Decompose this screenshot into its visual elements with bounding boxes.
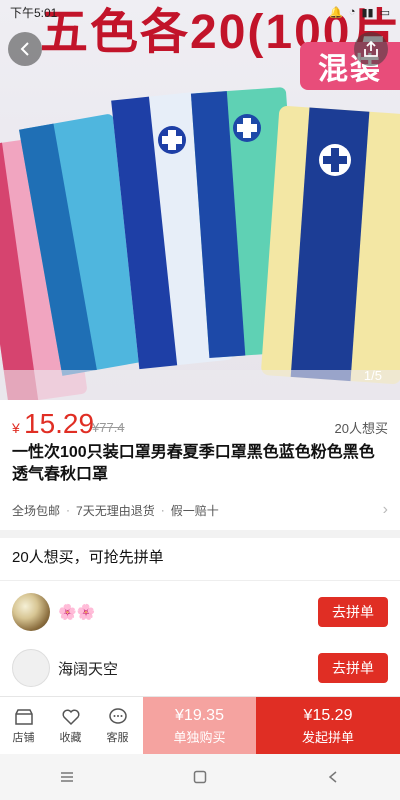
group-buy-section: 20人想买，可抢先拼单 🌸🌸 去拼单 海阔天空 去拼单	[0, 538, 400, 696]
favorite-button[interactable]: 收藏	[47, 697, 94, 755]
separator-dot: ·	[160, 503, 165, 517]
heart-icon	[62, 709, 79, 725]
group-price: ¥15.29	[303, 706, 353, 724]
share-button[interactable]	[354, 32, 388, 66]
share-icon	[364, 40, 378, 57]
back-triangle-icon	[329, 771, 337, 783]
group-label: 发起拼单	[301, 729, 354, 745]
service-free-shipping: 全场包邮	[12, 503, 61, 518]
service-label: 客服	[106, 731, 129, 744]
group-buy-heading: 20人想买，可抢先拼单	[12, 549, 164, 566]
solo-label: 单独购买	[173, 729, 226, 745]
system-navigation-bar	[0, 754, 400, 800]
currency-symbol: ¥	[12, 420, 20, 436]
join-group-button[interactable]: 去拼单	[318, 653, 388, 683]
bell-icon: 🔔	[329, 6, 343, 19]
chevron-left-icon	[20, 42, 29, 56]
divider	[0, 580, 400, 581]
group-user-name: 海阔天空	[58, 660, 119, 678]
wants-count: 20人想买	[334, 421, 388, 436]
image-counter: 1/5	[363, 368, 382, 383]
join-group-button[interactable]: 去拼单	[318, 597, 388, 627]
buy-solo-button[interactable]: ¥19.35 单独购买	[143, 697, 256, 755]
status-time: 下午5:01	[10, 5, 58, 20]
status-icons: 🔔 ◔ ▮▮ ▭	[329, 6, 390, 19]
group-user-name: 🌸🌸	[58, 604, 96, 621]
avatar	[12, 649, 50, 687]
bottom-action-bar: 店铺 收藏 客服 ¥19.35 单独购买 ¥15.29 发起拼单	[0, 696, 400, 755]
chat-icon	[108, 707, 127, 724]
customer-service-button[interactable]: 客服	[94, 697, 141, 755]
chevron-right-icon: ›	[382, 501, 388, 518]
store-label: 店铺	[12, 731, 35, 744]
back-button[interactable]	[8, 32, 42, 66]
mask-pack-yellow	[261, 105, 400, 385]
home-nav-button[interactable]	[180, 770, 220, 784]
start-group-button[interactable]: ¥15.29 发起拼单	[256, 697, 400, 755]
menu-nav-button[interactable]	[47, 771, 87, 783]
avatar	[12, 593, 50, 631]
separator-dot: ·	[66, 503, 71, 517]
signal-icon: ▮▮	[361, 6, 374, 19]
battery-icon: ▭	[379, 6, 390, 19]
group-row: 海阔天空 去拼单	[12, 640, 388, 696]
wifi-icon: ◔	[348, 6, 356, 18]
menu-icon	[60, 772, 73, 782]
price-row: ¥ 15.29 ¥77.4 20人想买	[12, 408, 388, 440]
solo-price: ¥19.35	[175, 706, 224, 724]
store-button[interactable]: 店铺	[0, 697, 47, 755]
product-title: 一性次100只装口罩男春夏季口罩黑色蓝色粉色黑色透气春秋口罩	[12, 444, 375, 483]
favorite-label: 收藏	[59, 731, 82, 744]
service-return: 7天无理由退货	[76, 503, 155, 518]
store-icon	[14, 708, 33, 725]
back-nav-button[interactable]	[313, 770, 353, 784]
status-bar: 下午5:01 🔔 ◔ ▮▮ ▭	[0, 0, 400, 24]
group-row: 🌸🌸 去拼单	[12, 584, 388, 640]
original-price: ¥77.4	[92, 420, 125, 435]
service-guarantees[interactable]: 全场包邮 · 7天无理由退货 · 假一赔十 ›	[12, 500, 388, 520]
service-fake-compensation: 假一赔十	[170, 503, 219, 518]
home-square-icon	[193, 770, 207, 784]
current-price: 15.29	[24, 408, 95, 439]
product-image-carousel[interactable]: 下午5:01 🔔 ◔ ▮▮ ▭ 五色各20(100片 混装 1/5	[0, 0, 400, 400]
